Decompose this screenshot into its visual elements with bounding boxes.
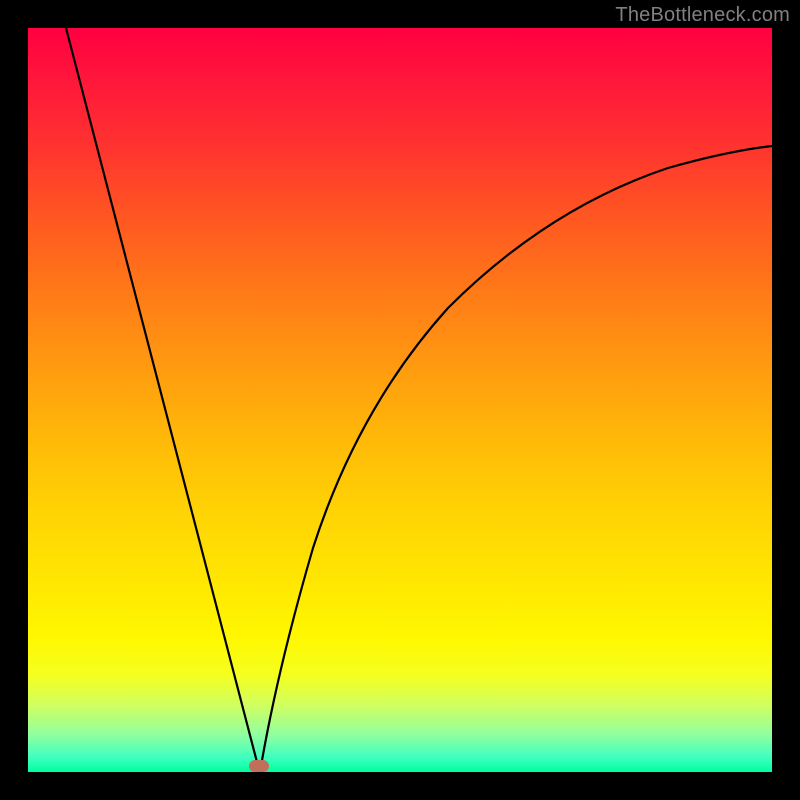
minimum-marker [249, 760, 269, 772]
watermark-text: TheBottleneck.com [615, 4, 790, 27]
bottleneck-chart: TheBottleneck.com [0, 0, 800, 800]
bottleneck-curve-left [66, 28, 258, 766]
bottleneck-curve-right [261, 146, 772, 766]
curve-layer [28, 28, 772, 772]
plot-area [28, 28, 772, 772]
